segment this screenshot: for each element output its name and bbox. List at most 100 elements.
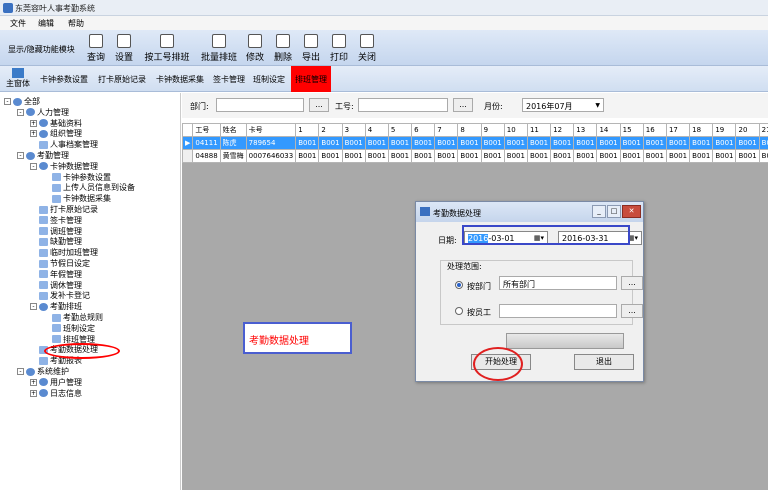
tree-node[interactable]: 发补卡登记 — [30, 290, 90, 301]
row-header[interactable] — [181, 149, 194, 163]
cell-shift[interactable]: B001 — [318, 136, 343, 150]
cell-shift[interactable]: B001 — [503, 136, 528, 150]
schedule-by-id-button[interactable]: 按工号排班 — [140, 34, 194, 64]
cell-id[interactable]: 04111 — [192, 136, 221, 150]
column-header[interactable]: 7 — [434, 123, 459, 137]
cell-shift[interactable]: B001 — [758, 149, 768, 163]
column-header[interactable]: 21 — [758, 123, 768, 137]
column-header[interactable]: 4 — [364, 123, 389, 137]
column-header[interactable]: 3 — [341, 123, 366, 137]
tree-node[interactable]: 临时加班管理 — [30, 247, 98, 258]
cell-shift[interactable]: B001 — [457, 136, 482, 150]
cell-shift[interactable]: B001 — [619, 149, 644, 163]
column-header[interactable]: 17 — [665, 123, 691, 137]
tree-node[interactable]: 上传人员信息到设备 — [43, 182, 135, 193]
cell-name[interactable]: 陈虎 — [219, 136, 247, 150]
column-header[interactable]: 19 — [712, 123, 737, 137]
tree-node[interactable]: + 日志信息 — [30, 388, 82, 399]
cell-shift[interactable]: B001 — [364, 149, 389, 163]
column-header[interactable]: 15 — [619, 123, 644, 137]
home-button[interactable]: 主窗体 — [6, 68, 30, 89]
menu-help[interactable]: 帮助 — [68, 18, 84, 29]
cell-shift[interactable]: B001 — [295, 136, 320, 150]
tree-node[interactable]: 缺勤管理 — [30, 236, 82, 247]
cell-shift[interactable]: B001 — [526, 136, 552, 150]
cell-shift[interactable]: B001 — [619, 136, 644, 150]
column-header[interactable]: 18 — [689, 123, 714, 137]
column-header[interactable]: 16 — [642, 123, 667, 137]
column-header[interactable]: 10 — [503, 123, 528, 137]
cell-shift[interactable]: B001 — [526, 149, 552, 163]
cell-shift[interactable]: B001 — [387, 149, 413, 163]
column-header[interactable]: 工号 — [192, 123, 221, 137]
cell-shift[interactable]: B001 — [434, 136, 459, 150]
column-header[interactable]: 20 — [735, 123, 760, 137]
tree-node[interactable]: 节假日设定 — [30, 258, 90, 269]
cell-card[interactable]: 0007646033 — [245, 149, 297, 163]
dept-browse-button[interactable]: ... — [309, 98, 329, 112]
settings-button[interactable]: 设置 — [112, 34, 136, 64]
cell-name[interactable]: 黄雪梅 — [219, 149, 247, 163]
cell-shift[interactable]: B001 — [689, 149, 714, 163]
dept-input[interactable] — [216, 98, 304, 112]
tree-node[interactable]: 调班管理 — [30, 226, 82, 237]
row-header[interactable]: ▶ — [181, 136, 194, 150]
collapse-icon[interactable]: - — [4, 98, 11, 105]
table-row[interactable]: 04888 黄雪梅 0007646033 B001 B001 B001 B001 B001 B0… — [181, 149, 768, 163]
expand-icon[interactable]: + — [30, 389, 37, 397]
cell-shift[interactable]: B001 — [689, 136, 714, 150]
tree-node[interactable]: 班制设定 — [43, 323, 95, 334]
tree-node[interactable]: - 系统维护 — [17, 366, 69, 377]
cell-shift[interactable]: B001 — [642, 136, 667, 150]
cell-shift[interactable]: B001 — [665, 136, 691, 150]
cell-shift[interactable]: B001 — [341, 136, 366, 150]
cell-shift[interactable]: B001 — [712, 136, 737, 150]
by-dept-radio[interactable] — [455, 281, 463, 289]
column-header[interactable]: 6 — [411, 123, 436, 137]
tree-node[interactable]: 卡钟参数设置 — [43, 172, 111, 183]
column-header[interactable]: 8 — [457, 123, 482, 137]
emp-value-field[interactable] — [499, 304, 617, 318]
edit-button[interactable]: 修改 — [243, 34, 267, 64]
tree-node[interactable]: - 人力管理 — [17, 107, 69, 118]
table-row[interactable]: ▶ 04111 陈虎 789654 B001 B001 B001 B001 B001 B001 B0… — [181, 136, 768, 150]
cell-shift[interactable]: B001 — [642, 149, 667, 163]
column-header[interactable]: 12 — [550, 123, 575, 137]
cell-shift[interactable]: B001 — [480, 136, 505, 150]
cell-shift[interactable]: B001 — [411, 136, 436, 150]
expand-icon[interactable]: + — [30, 378, 37, 386]
cell-shift[interactable]: B001 — [758, 136, 768, 150]
collapse-icon[interactable]: - — [17, 108, 24, 116]
cell-shift[interactable]: B001 — [341, 149, 366, 163]
cell-shift[interactable]: B001 — [295, 149, 320, 163]
tree-node[interactable]: - 全部 — [4, 96, 40, 107]
tree-node[interactable]: 人事档案管理 — [30, 139, 98, 150]
cell-shift[interactable]: B001 — [573, 149, 598, 163]
tree-node[interactable]: - 考勤排班 — [30, 301, 82, 312]
by-emp-radio[interactable] — [455, 307, 463, 315]
batch-schedule-button[interactable]: 批量排班 — [198, 34, 240, 64]
cell-shift[interactable]: B001 — [503, 149, 528, 163]
cell-shift[interactable]: B001 — [596, 136, 621, 150]
minimize-button[interactable]: _ — [592, 205, 606, 218]
cell-shift[interactable]: B001 — [318, 149, 343, 163]
tab-schedule-manage[interactable]: 排班管理 — [291, 66, 331, 92]
expand-icon[interactable]: + — [30, 119, 37, 127]
column-header[interactable]: 9 — [480, 123, 505, 137]
tree-node[interactable]: 调休管理 — [30, 280, 82, 291]
cell-shift[interactable]: B001 — [735, 136, 760, 150]
cell-id[interactable]: 04888 — [192, 149, 221, 163]
tab-punch-records[interactable]: 打卡原始记录 — [98, 74, 146, 85]
expand-icon[interactable]: + — [30, 130, 37, 138]
cell-shift[interactable]: B001 — [411, 149, 436, 163]
export-button[interactable]: 导出 — [299, 34, 323, 64]
exit-button[interactable]: 退出 — [574, 354, 634, 370]
column-header[interactable]: 11 — [526, 123, 552, 137]
tree-node[interactable]: 签卡管理 — [30, 215, 82, 226]
cell-shift[interactable]: B001 — [596, 149, 621, 163]
tree-node[interactable]: 考勤总规则 — [43, 312, 103, 323]
cell-shift[interactable]: B001 — [735, 149, 760, 163]
column-header[interactable]: 2 — [318, 123, 343, 137]
tab-shift-setting[interactable]: 班制设定 — [253, 74, 285, 85]
dialog-emp-browse-button[interactable]: ... — [621, 304, 643, 318]
